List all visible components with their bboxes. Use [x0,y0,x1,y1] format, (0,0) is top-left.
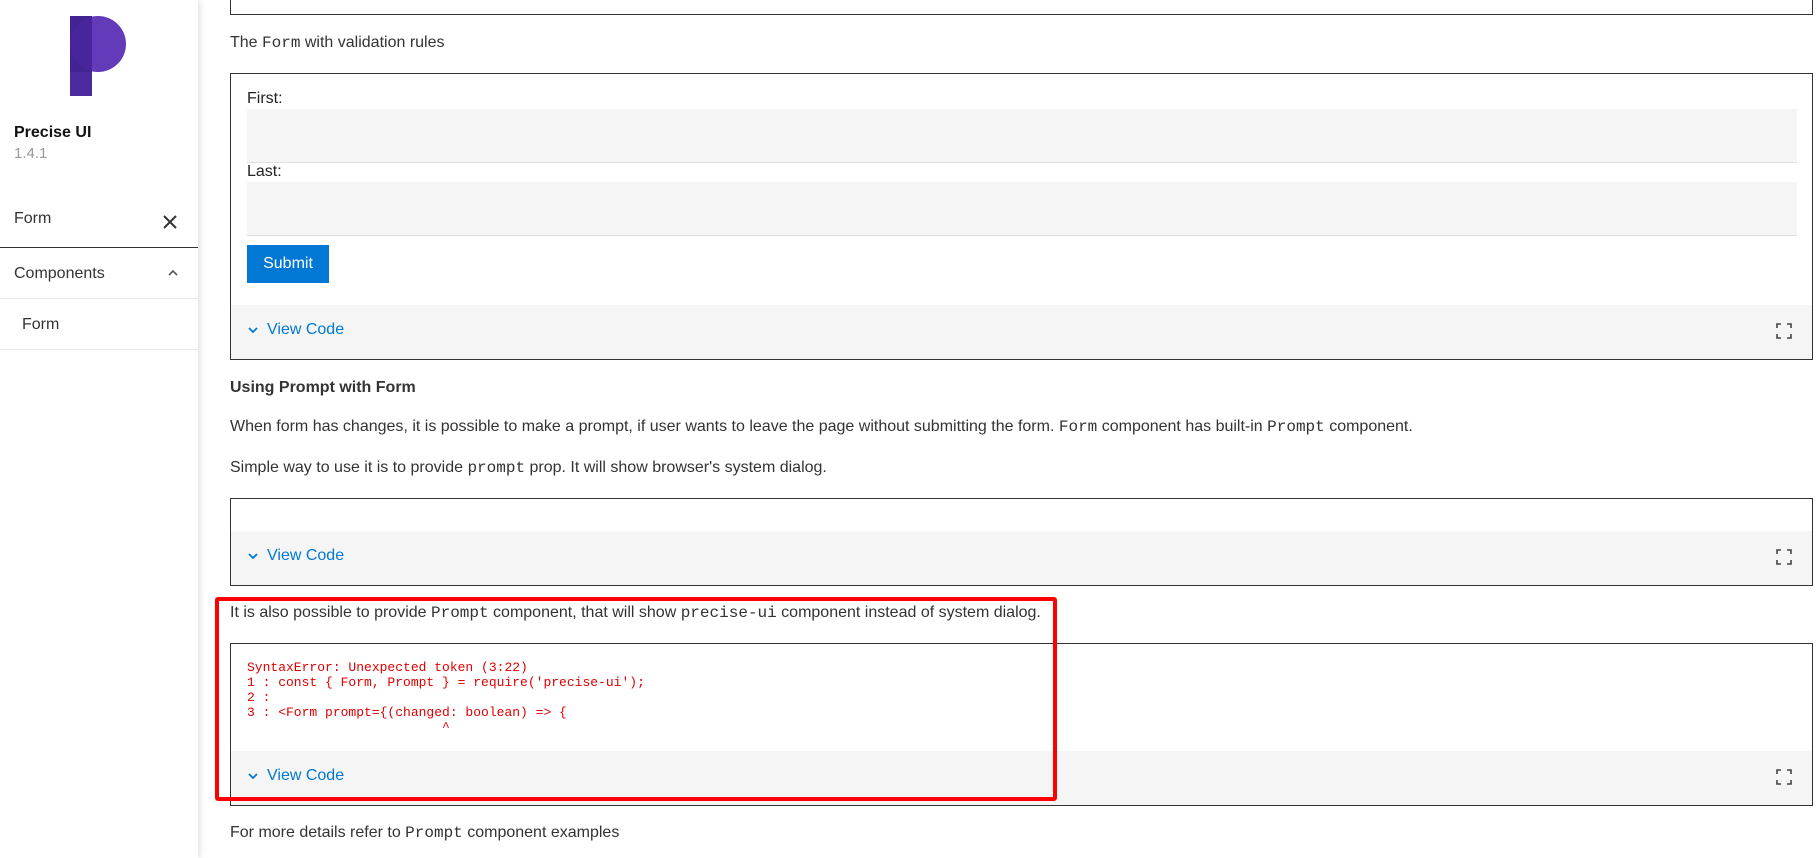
chevron-down-icon [248,773,258,780]
chevron-up-icon[interactable] [167,269,179,277]
code-toolbar: View Code [231,531,1812,585]
view-code-button[interactable]: View Code [247,321,344,339]
submit-button[interactable]: Submit [247,245,329,283]
section-heading: Using Prompt with Form [230,379,416,396]
prompt-component-example: SyntaxError: Unexpected token (3:22) 1 :… [230,643,1813,806]
prompt-prop-description: Simple way to use it is to provide promp… [230,459,827,477]
sidebar-item-form[interactable]: Form [0,300,198,350]
view-code-button[interactable]: View Code [247,547,344,565]
chevron-down-icon [248,327,258,334]
last-field[interactable] [247,182,1797,236]
view-code-label: View Code [267,547,345,564]
first-field[interactable] [247,109,1797,163]
prompt-description: When form has changes, it is possible to… [230,418,1413,436]
brand-version: 1.4.1 [14,145,48,162]
search-input[interactable]: Form [14,210,51,228]
view-code-label: View Code [267,767,345,784]
chevron-down-icon [248,553,258,560]
first-label: First: [247,90,283,107]
sidebar-item-label: Components [14,265,105,282]
intro-text: The Form with validation rules [230,34,445,52]
more-details-text: For more details refer to Prompt compone… [230,824,620,842]
brand-name: Precise UI [14,124,92,141]
sidebar: Precise UI 1.4.1 Form Components Form [0,0,198,858]
last-label: Last: [247,163,282,180]
view-code-label: View Code [267,321,345,338]
view-code-button[interactable]: View Code [247,767,344,785]
syntax-error-output: SyntaxError: Unexpected token (3:22) 1 :… [247,660,645,735]
code-toolbar: View Code [231,751,1812,805]
example-container-previous [230,0,1813,15]
validation-form-example: First: Last: Submit View Code [230,73,1813,360]
fullscreen-icon[interactable] [1776,323,1792,339]
fullscreen-icon[interactable] [1776,549,1792,565]
precise-ui-logo [70,16,126,96]
prompt-component-description: It is also possible to provide Prompt co… [230,604,1041,622]
fullscreen-icon[interactable] [1776,769,1792,785]
code-toolbar: View Code [231,305,1812,359]
close-icon[interactable] [160,212,180,232]
prompt-prop-example: View Code [230,498,1813,586]
sidebar-item-label: Form [22,316,60,333]
